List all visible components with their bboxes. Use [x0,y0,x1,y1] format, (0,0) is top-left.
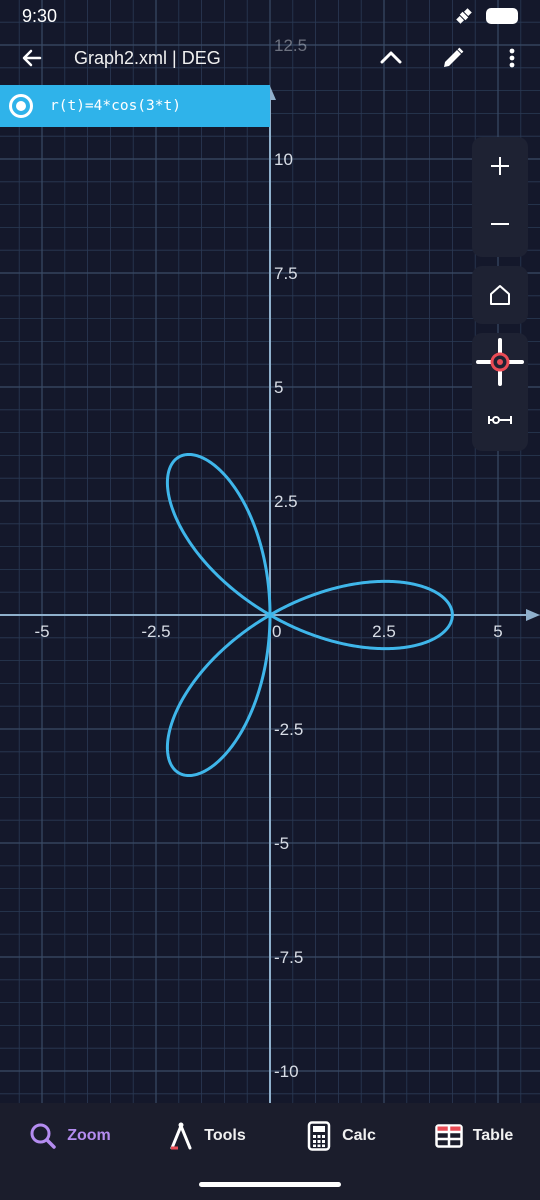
y-tick-label: 10 [274,150,293,169]
back-button[interactable] [0,32,64,84]
home-control [472,266,528,324]
zoom-in-button[interactable] [472,137,528,195]
function-visible-radio[interactable] [9,94,33,118]
tools-icon [170,1122,192,1150]
status-time: 9:30 [22,5,58,26]
home-indicator [199,1182,341,1187]
y-tick-label: 5 [274,378,283,397]
more-menu-button[interactable] [484,32,540,84]
app-bar: Graph2.xml | DEG [0,32,540,84]
graph-canvas[interactable]: -5-2.502.5512.5107.552.5-2.5-5-7.5-10-12… [0,0,540,1200]
trace-button[interactable] [472,391,528,449]
trace-icon [488,416,512,424]
function-row[interactable]: r(t)=4*cos(3*t) [0,85,270,127]
nav-tools-label: Tools [204,1127,246,1144]
crosshair-button[interactable] [472,333,528,391]
trace-controls [472,333,528,451]
x-tick-label: 0 [272,622,281,641]
battery-icon [486,8,518,24]
x-tick-label: 5 [493,622,502,641]
status-bar: 9:30 [0,0,540,32]
zoom-controls [472,137,528,257]
nav-table[interactable]: Table [408,1103,540,1169]
more-vertical-icon [509,48,515,68]
function-expression: r(t)=4*cos(3*t) [50,98,181,114]
back-arrow-icon [22,49,42,67]
page-title: Graph2.xml | DEG [74,47,221,68]
y-tick-label: 2.5 [274,492,298,511]
nav-zoom-label: Zoom [67,1127,111,1144]
home-button[interactable] [472,266,528,324]
home-icon [490,285,510,305]
table-icon [434,1124,463,1148]
x-tick-label: -2.5 [141,622,170,641]
y-tick-label: -5 [274,834,289,853]
nav-zoom[interactable]: Zoom [0,1103,140,1169]
chevron-up-icon [380,51,402,64]
nav-calc-label: Calc [342,1127,376,1144]
pencil-icon [444,47,464,67]
collapse-button[interactable] [360,32,422,84]
minus-icon [491,223,509,225]
x-tick-label: -5 [34,622,49,641]
crosshair-icon [476,338,524,386]
y-tick-label: -2.5 [274,720,303,739]
status-icons [454,6,518,26]
edit-button[interactable] [422,32,484,84]
calculator-icon [307,1121,331,1151]
nav-tools[interactable]: Tools [140,1103,274,1169]
plus-icon [491,157,509,175]
y-tick-label: -10 [274,1062,299,1081]
satellite-icon [456,8,472,24]
x-tick-label: 2.5 [372,622,396,641]
zoom-out-button[interactable] [472,195,528,253]
search-icon [30,1123,56,1149]
y-tick-label: 7.5 [274,264,298,283]
y-tick-label: -7.5 [274,948,303,967]
nav-calc[interactable]: Calc [274,1103,408,1169]
nav-table-label: Table [472,1127,514,1144]
